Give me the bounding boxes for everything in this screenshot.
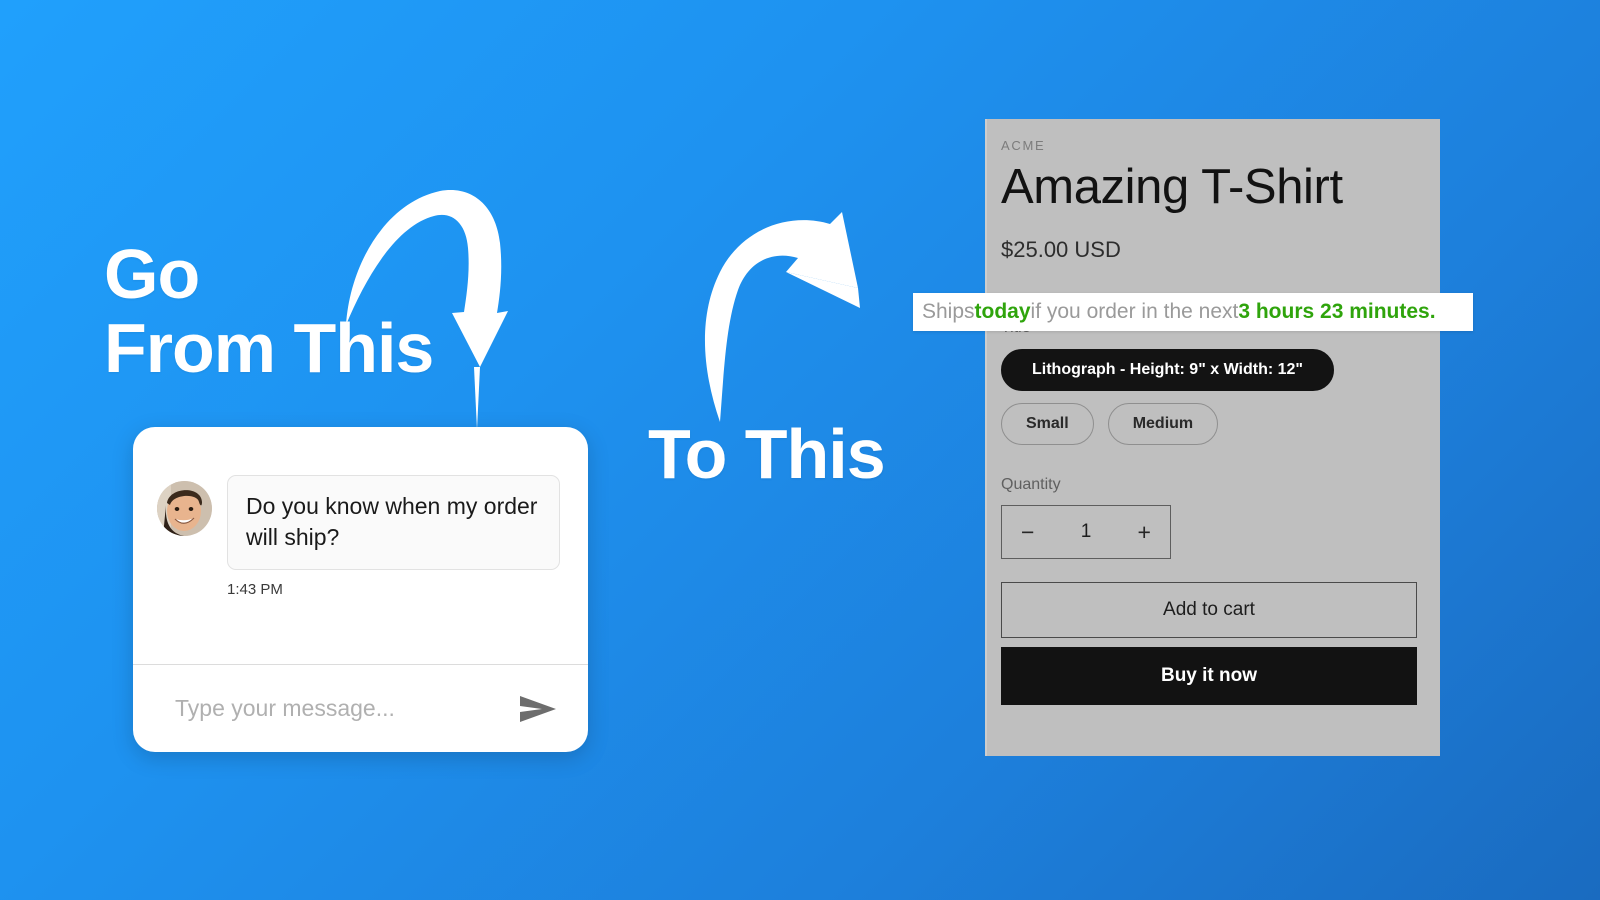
add-to-cart-button[interactable]: Add to cart [1001, 582, 1417, 638]
product-price: $25.00 USD [1001, 237, 1121, 262]
user-avatar-image [157, 481, 212, 536]
avatar [157, 481, 212, 536]
variant-pill-small[interactable]: Small [1001, 403, 1094, 445]
variant-pill-row-primary: Lithograph - Height: 9" x Width: 12" [1001, 349, 1416, 391]
shipping-countdown-banner: Ships today if you order in the next 3 h… [913, 293, 1473, 331]
chat-message-list: Do you know when my order will ship? 1:4… [133, 427, 588, 664]
quantity-value[interactable]: 1 [1081, 521, 1092, 543]
shipping-text-part1: Ships [922, 300, 975, 323]
variant-pill-lithograph[interactable]: Lithograph - Height: 9" x Width: 12" [1001, 349, 1335, 391]
chat-message-bubble: Do you know when my order will ship? [227, 475, 560, 571]
product-vendor: ACME [1001, 138, 1046, 153]
chat-input-bar [133, 664, 588, 752]
chat-widget: Do you know when my order will ship? 1:4… [133, 427, 588, 752]
variant-pill-row-sizes: Small Medium [1001, 403, 1416, 445]
headline-line-go: Go [104, 235, 200, 313]
buy-it-now-button[interactable]: Buy it now [1001, 647, 1417, 705]
send-paper-plane-icon[interactable] [520, 694, 558, 724]
curved-arrow-up-right-icon [704, 212, 860, 422]
headline-line-from-this: From This [104, 308, 434, 387]
shipping-highlight-today: today [974, 300, 1031, 323]
product-title: Amazing T-Shirt [1001, 160, 1343, 214]
quantity-label: Quantity [1001, 476, 1061, 493]
chat-message-input[interactable] [175, 695, 520, 722]
variant-pill-medium[interactable]: Medium [1107, 403, 1219, 445]
chat-message-timestamp: 1:43 PM [227, 581, 283, 599]
quantity-stepper: − 1 + [1001, 505, 1171, 559]
chat-message-row: Do you know when my order will ship? [157, 475, 560, 571]
headline-to-this: To This [648, 415, 886, 493]
product-card: ACME Amazing T-Shirt $25.00 USD Title Li… [985, 119, 1440, 756]
headline-go-from-this: Go From This [104, 235, 434, 387]
quantity-decrement-button[interactable]: − [1021, 520, 1034, 544]
shipping-highlight-countdown: 3 hours 23 minutes. [1238, 300, 1436, 323]
shipping-text-part2: if you order in the next [1030, 300, 1239, 323]
quantity-increment-button[interactable]: + [1138, 520, 1151, 544]
